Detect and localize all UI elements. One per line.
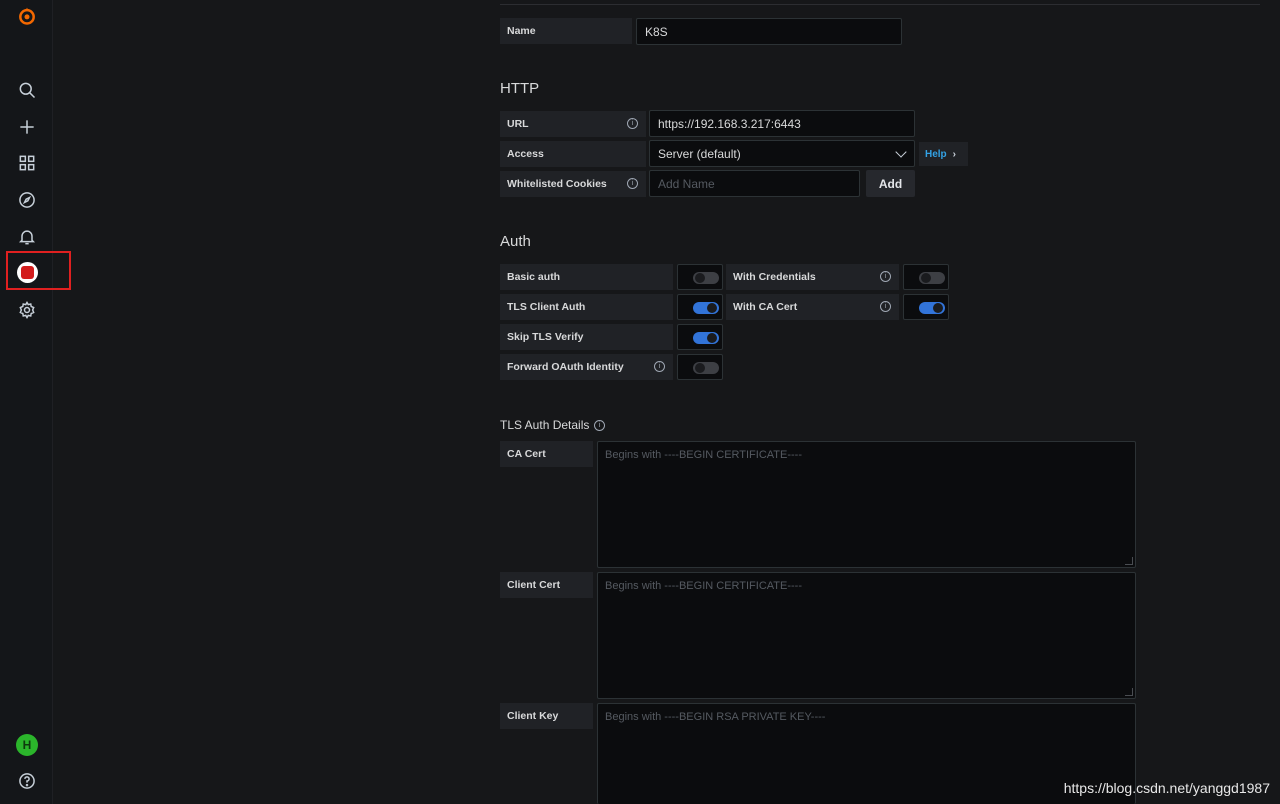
- client-cert-placeholder: Begins with ----BEGIN CERTIFICATE----: [605, 580, 802, 592]
- client-cert-textarea[interactable]: Begins with ----BEGIN CERTIFICATE----: [597, 572, 1136, 699]
- with-ca-cert-switch: [919, 302, 945, 314]
- dashboards-icon[interactable]: [14, 150, 40, 176]
- ca-cert-placeholder: Begins with ----BEGIN CERTIFICATE----: [605, 449, 802, 461]
- url-input[interactable]: https://192.168.3.217:6443: [649, 110, 915, 137]
- info-icon[interactable]: i: [627, 118, 638, 129]
- gear-icon[interactable]: [14, 297, 40, 323]
- url-label-text: URL: [507, 118, 529, 130]
- basic-auth-toggle[interactable]: [677, 264, 723, 290]
- name-label: Name: [500, 18, 632, 44]
- sidebar: H: [0, 0, 71, 804]
- forward-oauth-label: Forward OAuth Identity i: [500, 354, 673, 380]
- cookies-label-text: Whitelisted Cookies: [507, 178, 607, 190]
- with-ca-cert-toggle[interactable]: [903, 294, 949, 320]
- resize-handle[interactable]: [1125, 557, 1133, 565]
- tls-section-title: TLS Auth Details: [500, 418, 589, 432]
- search-icon[interactable]: [14, 77, 40, 103]
- info-icon[interactable]: i: [627, 178, 638, 189]
- grafana-logo-icon[interactable]: [14, 3, 40, 29]
- help-button[interactable]: Help ›: [919, 142, 968, 166]
- tls-client-auth-toggle[interactable]: [677, 294, 723, 320]
- client-key-placeholder: Begins with ----BEGIN RSA PRIVATE KEY---…: [605, 711, 826, 723]
- client-cert-label: Client Cert: [500, 572, 593, 598]
- cookies-input[interactable]: Add Name: [649, 170, 860, 197]
- forward-oauth-switch: [693, 362, 719, 374]
- help-icon[interactable]: [14, 768, 40, 794]
- chevron-down-icon: [895, 146, 907, 158]
- with-credentials-label: With Credentials i: [726, 264, 899, 290]
- user-avatar-icon[interactable]: H: [16, 734, 38, 756]
- plus-icon[interactable]: [14, 114, 40, 140]
- tls-section-title-text: TLS Auth Details: [500, 418, 590, 432]
- tls-client-auth-label: TLS Client Auth: [500, 294, 673, 320]
- auth-section-title: Auth: [500, 233, 531, 250]
- basic-auth-label: Basic auth: [500, 264, 673, 290]
- add-cookie-button[interactable]: Add: [866, 170, 915, 197]
- name-input[interactable]: K8S: [636, 18, 902, 45]
- basic-auth-switch: [693, 272, 719, 284]
- skip-tls-verify-label: Skip TLS Verify: [500, 324, 673, 350]
- ca-cert-label: CA Cert: [500, 441, 593, 467]
- info-icon[interactable]: i: [880, 301, 891, 312]
- explore-icon[interactable]: [14, 187, 40, 213]
- cookies-label: Whitelisted Cookies i: [500, 171, 646, 197]
- resize-handle[interactable]: [1125, 688, 1133, 696]
- access-select[interactable]: Server (default): [649, 140, 915, 167]
- with-credentials-switch: [919, 272, 945, 284]
- chevron-right-icon: ›: [952, 148, 957, 160]
- with-ca-cert-text: With CA Cert: [733, 301, 798, 313]
- forward-oauth-text: Forward OAuth Identity: [507, 361, 624, 373]
- plugin-icon[interactable]: [17, 262, 38, 283]
- with-credentials-toggle[interactable]: [903, 264, 949, 290]
- tls-client-auth-switch: [693, 302, 719, 314]
- access-select-value: Server (default): [658, 146, 741, 161]
- info-icon[interactable]: i: [880, 271, 891, 282]
- info-icon[interactable]: i: [594, 420, 605, 431]
- client-key-label: Client Key: [500, 703, 593, 729]
- top-divider: [500, 4, 1260, 5]
- forward-oauth-toggle[interactable]: [677, 354, 723, 380]
- url-label: URL i: [500, 111, 646, 137]
- client-key-textarea[interactable]: Begins with ----BEGIN RSA PRIVATE KEY---…: [597, 703, 1136, 804]
- access-label: Access: [500, 141, 646, 167]
- skip-tls-verify-switch: [693, 332, 719, 344]
- alerting-icon[interactable]: [14, 224, 40, 250]
- http-section-title: HTTP: [500, 80, 540, 97]
- skip-tls-verify-toggle[interactable]: [677, 324, 723, 350]
- with-ca-cert-label: With CA Cert i: [726, 294, 899, 320]
- plugin-highlight: [6, 251, 71, 290]
- help-label: Help: [925, 148, 947, 160]
- with-credentials-text: With Credentials: [733, 271, 816, 283]
- watermark: https://blog.csdn.net/yanggd1987: [1063, 780, 1270, 796]
- info-icon[interactable]: i: [654, 361, 665, 372]
- ca-cert-textarea[interactable]: Begins with ----BEGIN CERTIFICATE----: [597, 441, 1136, 568]
